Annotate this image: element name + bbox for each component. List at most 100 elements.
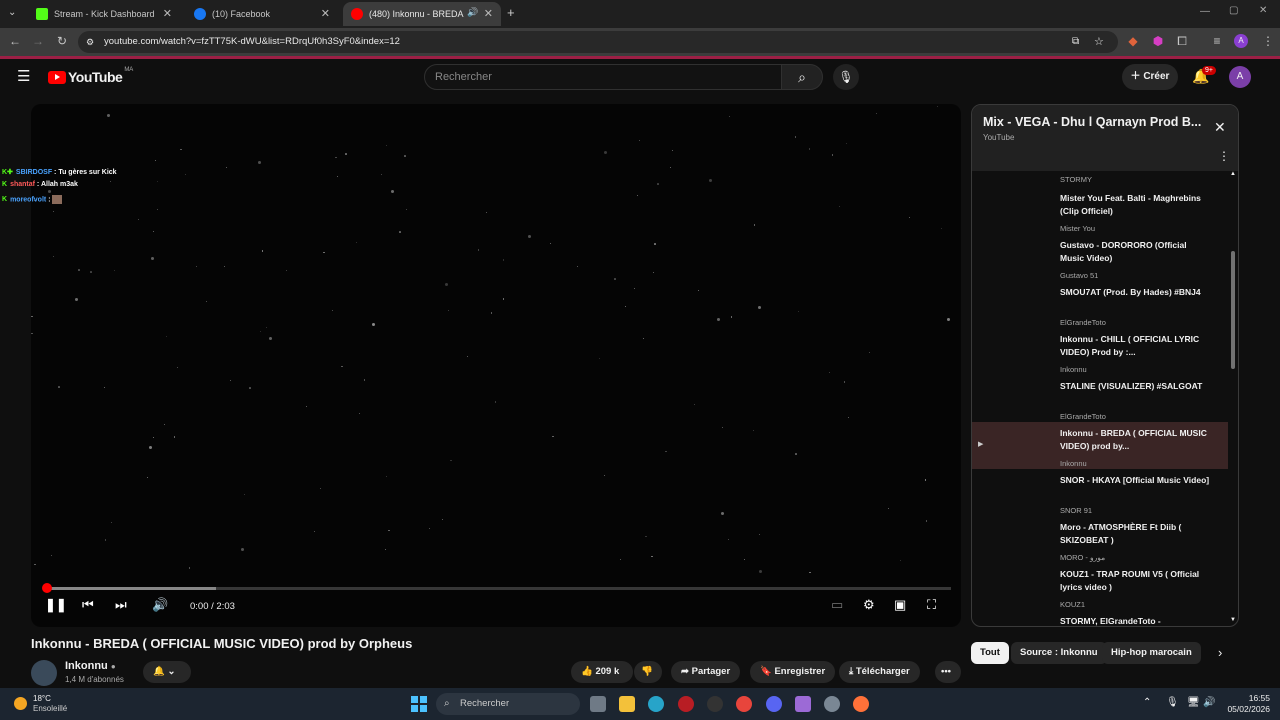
file-explorer-icon[interactable] <box>619 696 635 712</box>
tray-chevron-icon[interactable]: ⌃ <box>1143 697 1151 708</box>
reload-icon[interactable]: ↻ <box>54 34 70 48</box>
playlist-item[interactable]: Moro - ATMOSPHÈRE Ft Diib ( SKIZOBEAT ) M… <box>972 516 1228 563</box>
microphone-tray-icon[interactable]: 🎙 <box>1166 697 1179 708</box>
speaker-icon[interactable]: 🔊 <box>467 7 478 18</box>
volume-icon[interactable]: 🔊 <box>152 597 168 613</box>
firefox-icon[interactable] <box>853 696 869 712</box>
bookmark-star-icon[interactable]: ☆ <box>1094 31 1104 53</box>
youtube-logo[interactable]: YouTube MA <box>48 67 133 85</box>
star-dot <box>355 241 357 243</box>
network-icon[interactable]: 🖥 <box>1187 697 1200 708</box>
back-icon[interactable]: ← <box>7 34 23 48</box>
cast-icon[interactable]: ⧉ <box>1072 31 1079 53</box>
task-view-icon[interactable] <box>590 696 606 712</box>
discord-icon[interactable] <box>766 696 782 712</box>
video-player[interactable]: ❚❚ ⏮ ⏭ 🔊 0:00 / 2:03 ▭ ⚙ ▣ ⛶ <box>31 104 961 627</box>
chat-text: : Tu gères sur Kick <box>54 169 117 176</box>
reading-list-icon[interactable]: ≡ <box>1209 34 1225 48</box>
extension-fox-icon[interactable]: ◆ <box>1125 34 1141 48</box>
scroll-up-icon[interactable]: ▲ <box>1230 171 1236 177</box>
hamburger-menu-icon[interactable]: ☰ <box>17 67 30 85</box>
scroll-down-icon[interactable]: ▼ <box>1230 617 1236 623</box>
star-dot <box>384 548 386 550</box>
playlist-item[interactable]: STALINE (VISUALIZER) #SALGOAT ElGrandeTot… <box>972 375 1228 422</box>
chrome-icon[interactable] <box>736 696 752 712</box>
save-button[interactable]: 🔖 Enregistrer <box>750 661 836 683</box>
extension-shield-icon[interactable]: ⬢ <box>1150 34 1166 48</box>
playlist-item[interactable]: SMOU7AT (Prod. By Hades) #BNJ4 ElGrandeTo… <box>972 281 1228 328</box>
playlist-item[interactable]: Mister You Feat. Balti - Maghrebins (Cli… <box>972 187 1228 234</box>
playlist-item[interactable]: STORMY, ElGrandeToto - <box>972 610 1228 626</box>
chevron-right-icon[interactable]: › <box>1218 645 1222 660</box>
chip-genre[interactable]: Hip-hop marocain <box>1102 642 1201 664</box>
system-clock[interactable]: 16:55 05/02/2026 <box>1226 693 1270 715</box>
playlist-scrollbar[interactable]: ▲ ▼ <box>1229 171 1238 626</box>
playlist-item[interactable]: Gustavo - DORORORO (Official Music Video… <box>972 234 1228 281</box>
fullscreen-icon[interactable]: ⛶ <box>927 597 936 613</box>
close-icon[interactable]: ✕ <box>1214 119 1226 136</box>
restore-button[interactable]: ▢ <box>1229 5 1238 16</box>
address-bar[interactable]: ⚙ youtube.com/watch?v=fzTT75K-dWU&list=R… <box>78 31 1118 53</box>
tab-facebook[interactable]: (10) Facebook ✕ <box>186 2 338 26</box>
playlist-item[interactable]: Inkonnu - CHILL ( OFFICIAL LYRIC VIDEO) … <box>972 328 1228 375</box>
progress-bar[interactable] <box>42 583 951 593</box>
share-button[interactable]: ➦ Partager <box>671 661 741 683</box>
star-dot <box>604 150 608 154</box>
search-input[interactable]: Rechercher <box>424 64 782 90</box>
star-dot <box>839 205 841 207</box>
account-avatar[interactable]: A <box>1229 66 1251 88</box>
profile-avatar[interactable]: A <box>1234 34 1248 48</box>
chip-source[interactable]: Source : Inkonnu <box>1011 642 1107 664</box>
settings-icon[interactable] <box>824 696 840 712</box>
previous-button[interactable]: ⏮ <box>82 597 94 613</box>
download-button[interactable]: ⤓ Télécharger <box>839 661 920 683</box>
close-icon[interactable]: ✕ <box>321 7 330 20</box>
playlist-item[interactable]: STORMY <box>972 171 1228 187</box>
playlist-title[interactable]: Mix - VEGA - Dhu l Qarnayn Prod B... <box>983 115 1203 129</box>
app-dark-icon[interactable] <box>707 696 723 712</box>
playlist-item[interactable]: SNOR - HKAYA [Official Music Video] SNOR … <box>972 469 1228 516</box>
dislike-button[interactable]: 👎 <box>634 661 662 683</box>
snipping-tool-icon[interactable] <box>795 696 811 712</box>
create-button[interactable]: ＋ Créer <box>1122 64 1178 90</box>
playlist-item[interactable]: KOUZ1 - TRAP ROUMI V5 ( Official lyrics … <box>972 563 1228 610</box>
playlist-item[interactable]: ▶ Inkonnu - BREDA ( OFFICIAL MUSIC VIDEO)… <box>972 422 1228 469</box>
mic-icon: 🎙 <box>838 70 854 84</box>
channel-name[interactable]: Inkonnu ● <box>65 660 116 672</box>
new-tab-button[interactable]: + <box>507 5 515 20</box>
like-button[interactable]: 👍 209 k <box>571 661 633 683</box>
next-button[interactable]: ⏭ <box>115 597 127 613</box>
tab-youtube[interactable]: (480) Inkonnu - BREDA ( OF 🔊 ✕ <box>343 2 501 26</box>
channel-avatar[interactable] <box>31 660 57 686</box>
close-icon[interactable]: ✕ <box>484 7 493 20</box>
close-icon[interactable]: ✕ <box>163 7 172 20</box>
more-actions-button[interactable]: ••• <box>935 661 961 683</box>
taskbar-search[interactable]: ⌕ Rechercher <box>436 693 580 715</box>
playlist-item-channel: Gustavo 51 <box>1060 271 1099 280</box>
star-dot <box>639 139 641 141</box>
pause-button[interactable]: ❚❚ <box>45 597 67 613</box>
volume-tray-icon[interactable]: 🔊 <box>1203 697 1215 708</box>
extensions-icon[interactable]: ⧠ <box>1174 34 1190 49</box>
voice-search-button[interactable]: 🎙 <box>833 64 859 90</box>
menu-icon[interactable]: ⋮ <box>1260 34 1276 48</box>
settings-gear-icon[interactable]: ⚙ <box>863 597 875 613</box>
site-info-icon[interactable]: ⚙ <box>86 31 94 53</box>
tab-kick[interactable]: Stream - Kick Dashboard ✕ <box>28 2 180 26</box>
forward-icon[interactable]: → <box>30 34 46 48</box>
progress-scrubber[interactable] <box>42 583 52 593</box>
theater-mode-icon[interactable]: ▣ <box>894 597 906 613</box>
minimize-button[interactable]: — <box>1200 6 1210 17</box>
close-window-button[interactable]: ✕ <box>1259 5 1267 16</box>
subtitles-icon[interactable]: ▭ <box>831 597 843 613</box>
notification-subscribe-button[interactable]: 🔔 ⌄ <box>143 661 191 683</box>
more-options-icon[interactable]: ⋮ <box>1218 149 1230 163</box>
scroll-thumb[interactable] <box>1231 251 1235 369</box>
chip-all[interactable]: Tout <box>971 642 1009 664</box>
edge-icon[interactable] <box>648 696 664 712</box>
search-button[interactable]: ⌕ <box>781 64 823 90</box>
star-dot <box>257 161 261 165</box>
tab-list-icon[interactable]: ⌄ <box>8 7 16 18</box>
app-red-icon[interactable] <box>678 696 694 712</box>
windows-start-icon[interactable] <box>411 696 427 712</box>
